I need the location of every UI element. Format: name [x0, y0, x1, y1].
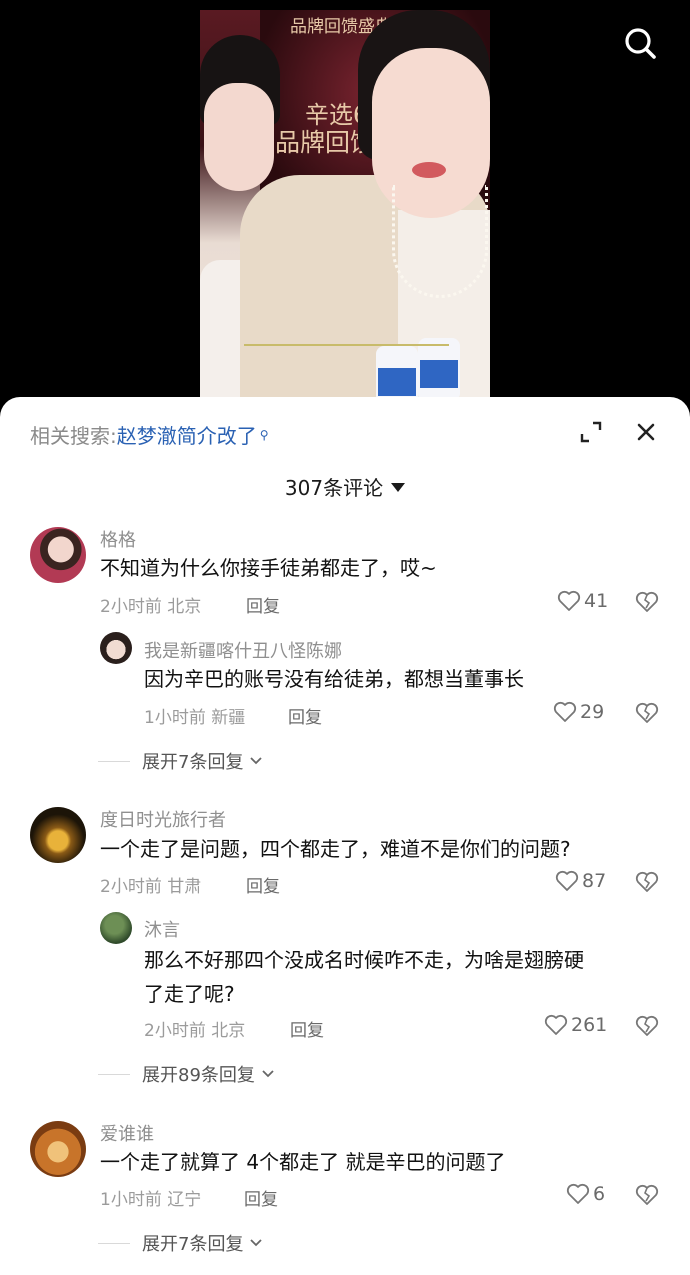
video-progress-bar[interactable] — [244, 344, 449, 346]
heart-icon — [566, 1183, 590, 1204]
comment-username[interactable]: 格格 — [100, 526, 136, 552]
like-button[interactable]: 29 — [553, 701, 604, 723]
reply-username[interactable]: 我是新疆喀什丑八怪陈娜 — [144, 637, 342, 663]
reply-button[interactable]: 回复 — [244, 1185, 278, 1210]
reply-button[interactable]: 回复 — [290, 1016, 324, 1041]
like-count: 29 — [580, 701, 605, 723]
expand-replies-label: 展开7条回复 — [142, 752, 244, 773]
broken-heart-icon[interactable] — [634, 870, 660, 894]
like-button[interactable]: 87 — [555, 870, 606, 892]
video-player[interactable]: 品牌回馈盛典 辛选618 品牌回馈盛典 — [0, 0, 690, 410]
expand-replies-label: 展开89条回复 — [142, 1065, 255, 1086]
avatar[interactable] — [30, 1121, 86, 1177]
comment-text: 不知道为什么你接手徒弟都走了，哎~ — [100, 556, 437, 580]
divider-line — [98, 1073, 130, 1075]
reply-time-location: 1小时前 新疆 — [144, 708, 246, 728]
expand-replies-button[interactable]: 展开7条回复 — [98, 748, 263, 774]
avatar[interactable] — [100, 632, 132, 664]
search-icon[interactable] — [622, 25, 658, 61]
expand-replies-button[interactable]: 展开7条回复 — [98, 1230, 263, 1256]
like-count: 6 — [593, 1183, 606, 1205]
like-button[interactable]: 6 — [566, 1183, 605, 1205]
chevron-down-icon — [250, 1239, 263, 1247]
avatar[interactable] — [30, 527, 86, 583]
reply-text-line: 了走了呢? — [144, 982, 235, 1006]
comment-time-location: 2小时前 北京 — [100, 597, 202, 617]
broken-heart-icon[interactable] — [634, 1183, 660, 1207]
like-button[interactable]: 261 — [544, 1014, 607, 1036]
reply-username[interactable]: 沐言 — [144, 916, 180, 942]
expand-replies-label: 展开7条回复 — [142, 1234, 244, 1255]
chevron-down-icon — [262, 1070, 274, 1078]
close-icon[interactable] — [633, 419, 659, 445]
broken-heart-icon[interactable] — [634, 701, 660, 725]
caret-down-icon — [391, 483, 406, 492]
comment-text: 一个走了就算了 4个都走了 就是辛巴的问题了 — [100, 1150, 506, 1174]
fullscreen-icon[interactable] — [578, 419, 604, 445]
reply-text: 因为辛巴的账号没有给徒弟，都想当董事长 — [144, 667, 524, 691]
heart-icon — [544, 1014, 568, 1035]
like-count: 261 — [571, 1014, 608, 1036]
reply-button[interactable]: 回复 — [246, 592, 280, 617]
comment-time-location: 2小时前 甘肃 — [100, 877, 202, 897]
comment-username[interactable]: 爱谁谁 — [100, 1120, 154, 1146]
avatar[interactable] — [100, 912, 132, 944]
chevron-down-icon — [250, 757, 263, 765]
like-count: 87 — [582, 870, 607, 892]
product-bottle — [376, 346, 418, 398]
divider-line — [98, 1242, 130, 1244]
comment-text: 一个走了是问题，四个都走了，难道不是你们的问题? — [100, 837, 571, 861]
product-bottle — [418, 338, 460, 398]
like-button[interactable]: 41 — [557, 590, 608, 612]
heart-icon — [555, 870, 579, 891]
reply-button[interactable]: 回复 — [246, 872, 280, 897]
comment-time-location: 1小时前 辽宁 — [100, 1190, 202, 1210]
divider-line — [98, 760, 130, 762]
related-search-prefix: 相关搜索: — [30, 424, 117, 448]
heart-icon — [553, 701, 577, 722]
comment-count-toggle[interactable]: 307条评论 — [0, 472, 690, 501]
reply-time-location: 2小时前 北京 — [144, 1021, 246, 1041]
broken-heart-icon[interactable] — [634, 1014, 660, 1038]
reply-button[interactable]: 回复 — [288, 703, 322, 728]
like-count: 41 — [584, 590, 609, 612]
search-mini-icon[interactable]: ⚲ — [260, 428, 269, 442]
avatar[interactable] — [30, 807, 86, 863]
broken-heart-icon[interactable] — [634, 590, 660, 614]
comment-username[interactable]: 度日时光旅行者 — [100, 806, 226, 832]
comment-count-label: 307条评论 — [284, 476, 384, 500]
related-search-link[interactable]: 赵梦澈简介改了 — [117, 420, 257, 449]
expand-replies-button[interactable]: 展开89条回复 — [98, 1061, 275, 1087]
reply-text-line: 那么不好那四个没成名时候咋不走，为啥是翅膀硬 — [144, 948, 584, 972]
video-frame[interactable]: 品牌回馈盛典 辛选618 品牌回馈盛典 — [200, 10, 490, 398]
heart-icon — [557, 590, 581, 611]
related-search: 相关搜索: 赵梦澈简介改了 ⚲ — [30, 420, 269, 449]
